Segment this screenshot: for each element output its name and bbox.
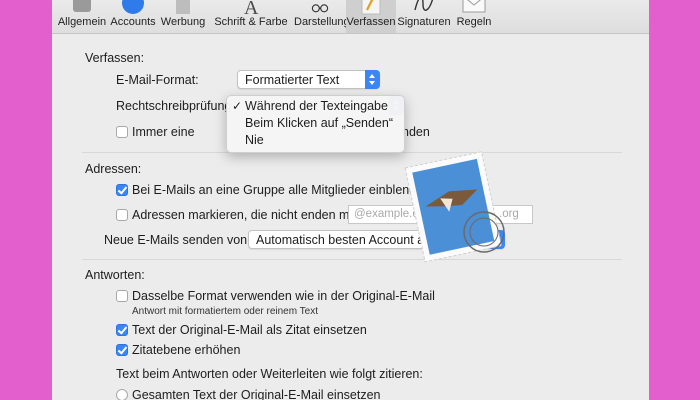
tab-label: Werbung — [160, 16, 206, 28]
section-divider — [82, 259, 622, 260]
popup-stepper-icon — [365, 70, 380, 89]
quote-all-radio[interactable] — [116, 389, 128, 400]
envelope-rules-icon — [462, 0, 486, 13]
increase-quote-level-label: Zitatebene erhöhen — [132, 343, 241, 357]
tab-label: Schrift & Farbe — [214, 16, 288, 28]
signature-icon — [414, 0, 434, 11]
always-label-start: Immer eine — [132, 125, 195, 139]
compose-preferences-pane: Verfassen: E-Mail-Format: Formatierter T… — [52, 34, 649, 400]
same-format-hint: Antwort mit formatiertem oder reinem Tex… — [132, 306, 318, 317]
switch-icon — [73, 0, 91, 12]
tab-label: Verfassen — [346, 16, 396, 28]
section-adressen-label: Adressen: — [85, 162, 142, 176]
pencil-icon — [361, 0, 381, 15]
spelling-dropdown-menu: ✓ Während der Texteingabe Beim Klicken a… — [226, 95, 405, 153]
email-format-popup[interactable]: Formatierter Text — [237, 70, 380, 89]
spelling-option-while-typing[interactable]: Während der Texteingabe — [245, 99, 388, 113]
at-sign-icon — [122, 0, 144, 14]
tab-label: Darstellung — [294, 16, 350, 28]
mail-stamp-icon — [404, 151, 505, 263]
tab-werbung[interactable]: Werbung — [158, 0, 208, 33]
same-format-label: Dasselbe Format verwenden wie in der Ori… — [132, 289, 435, 303]
section-antworten-label: Antworten: — [85, 268, 145, 282]
mark-addresses-checkbox[interactable] — [116, 209, 128, 221]
tab-darstellung[interactable]: Darstellung — [294, 0, 350, 33]
quote-all-label: Gesamten Text der Original-E-Mail einset… — [132, 388, 381, 400]
group-members-label: Bei E-Mails an eine Gruppe alle Mitglied… — [132, 183, 431, 197]
spelling-label: Rechtschreibprüfung — [116, 99, 232, 113]
tab-regeln[interactable]: Regeln — [452, 0, 496, 33]
tab-label: Regeln — [456, 16, 492, 28]
tab-label: Accounts — [110, 16, 156, 28]
tab-schrift-farbe[interactable]: A Schrift & Farbe — [208, 0, 294, 33]
group-members-checkbox[interactable] — [116, 184, 128, 196]
tab-label: Signaturen — [397, 16, 451, 28]
tab-allgemein[interactable]: Allgemein — [56, 0, 108, 33]
section-verfassen-label: Verfassen: — [85, 51, 145, 65]
quote-mode-label: Text beim Antworten oder Weiterleiten wi… — [116, 367, 423, 381]
quote-original-label: Text der Original-E-Mail als Zitat einse… — [132, 323, 367, 337]
mail-preferences-window: Allgemein Accounts Werbung A Schrift & F… — [52, 0, 649, 400]
increase-quote-level-checkbox[interactable] — [116, 344, 128, 356]
send-from-label: Neue E-Mails senden von: — [104, 233, 251, 247]
always-checkbox[interactable] — [116, 126, 128, 138]
font-icon: A — [244, 0, 259, 16]
email-format-value: Formatierter Text — [245, 73, 340, 87]
same-format-checkbox[interactable] — [116, 290, 128, 302]
preferences-toolbar: Allgemein Accounts Werbung A Schrift & F… — [52, 0, 649, 34]
tab-label: Allgemein — [57, 16, 107, 28]
tab-verfassen[interactable]: Verfassen — [346, 0, 396, 33]
selected-check-icon: ✓ — [232, 99, 243, 113]
tab-signaturen[interactable]: Signaturen — [396, 0, 452, 33]
svg-text:A: A — [244, 0, 259, 16]
always-label-end: nden — [402, 125, 430, 139]
spelling-option-on-send[interactable]: Beim Klicken auf „Senden“ — [245, 116, 393, 130]
mark-addresses-label: Adressen markieren, die nicht enden mit — [132, 208, 356, 222]
quote-original-checkbox[interactable] — [116, 324, 128, 336]
spelling-option-never[interactable]: Nie — [245, 133, 264, 147]
tab-accounts[interactable]: Accounts — [108, 0, 158, 33]
trash-icon — [176, 0, 190, 14]
email-format-label: E-Mail-Format: — [116, 73, 199, 87]
